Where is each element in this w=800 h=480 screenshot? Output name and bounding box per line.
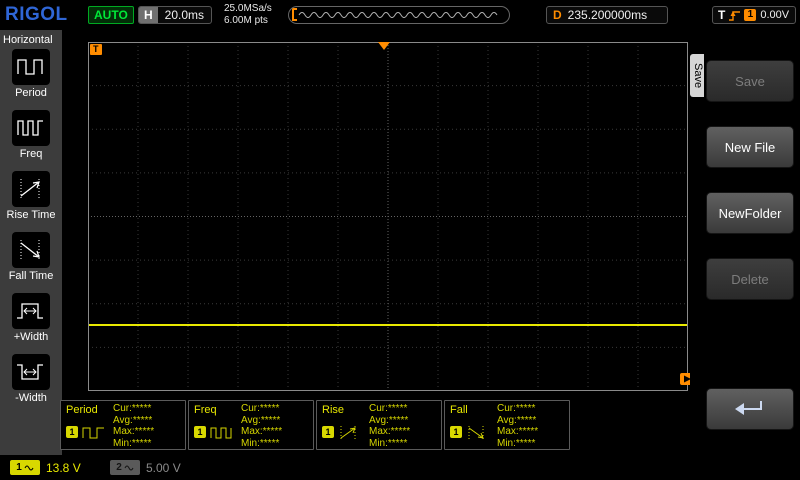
channel-number: 1 xyxy=(16,462,22,473)
minus-width-icon xyxy=(17,364,43,380)
measurement-max: Max:***** xyxy=(241,426,283,437)
acquisition-info: 25.0MSa/s 6.00M pts xyxy=(224,3,272,27)
softkey-menu: Save Save New File NewFolder Delete xyxy=(690,30,800,480)
delay-label: D xyxy=(553,8,562,22)
delay-badge: D 235.200000ms xyxy=(546,6,668,24)
trigger-slope-icon xyxy=(729,10,741,21)
delete-button[interactable]: Delete xyxy=(706,258,794,300)
preview-window-bracket-icon xyxy=(292,8,297,21)
measurement-max: Max:***** xyxy=(369,426,411,437)
measure-item-label: Period xyxy=(15,87,47,99)
channel-scale: 13.8 V xyxy=(46,460,81,475)
horizontal-timebase-badge: H 20.0ms xyxy=(138,6,213,24)
measurement-max: Max:***** xyxy=(113,426,155,437)
measure-item-label: Fall Time xyxy=(8,270,54,282)
return-button[interactable] xyxy=(706,388,794,430)
measurement-name: Fall xyxy=(450,404,468,416)
graticule: T xyxy=(88,42,694,391)
plus-width-icon xyxy=(17,303,43,319)
measure-item-rise-time[interactable]: Rise Time xyxy=(0,171,62,221)
measurement-avg: Avg:***** xyxy=(241,414,281,426)
ch1-trace xyxy=(89,324,687,326)
source-channel-badge: 1 xyxy=(450,426,462,438)
measure-item-label: Freq xyxy=(19,148,43,160)
memory-waveform-preview xyxy=(288,6,510,24)
channel-status-bar: 1 13.8 V 2 5.00 V xyxy=(0,455,800,480)
measurement-min: Min:***** xyxy=(497,437,536,449)
measure-item-plus-width[interactable]: +Width xyxy=(0,293,62,343)
measurement-name: Freq xyxy=(194,404,217,416)
save-button[interactable]: Save xyxy=(706,60,794,102)
coupling-wave-icon xyxy=(24,465,34,470)
rise-time-icon xyxy=(20,179,40,199)
period-icon xyxy=(17,59,43,75)
return-arrow-icon xyxy=(735,401,762,415)
measurement-min: Min:***** xyxy=(241,437,280,449)
measure-item-label: Rise Time xyxy=(6,209,56,221)
rigol-logo: RIGOL xyxy=(5,4,68,25)
measure-menu: Horizontal Period Freq Rise Time Fall Ti… xyxy=(0,30,62,456)
source-channel-badge: 1 xyxy=(194,426,206,438)
source-channel-badge: 1 xyxy=(322,426,334,438)
measurement-max: Max:***** xyxy=(497,426,539,437)
measurement-cur: Cur:***** xyxy=(241,403,280,414)
measurement-readouts: Period 1 Cur:***** Avg:***** Max:***** M… xyxy=(60,400,570,450)
fall-time-icon xyxy=(468,426,484,440)
measure-item-freq[interactable]: Freq xyxy=(0,110,62,160)
measurement-avg: Avg:***** xyxy=(497,414,537,426)
channel-scale: 5.00 V xyxy=(146,460,181,475)
freq-icon xyxy=(210,427,232,439)
preview-waveform-icon xyxy=(292,8,498,21)
measure-item-period[interactable]: Period xyxy=(0,49,62,99)
timebase-value: 20.0ms xyxy=(164,8,205,22)
channel-2-badge[interactable]: 2 5.00 V xyxy=(104,458,187,477)
trigger-label: T xyxy=(718,8,726,22)
sample-rate: 25.0MSa/s xyxy=(224,3,272,14)
measurement-panel-fall: Fall 1 Cur:***** Avg:***** Max:***** Min… xyxy=(444,400,570,450)
measurement-cur: Cur:***** xyxy=(113,403,152,414)
trigger-position-marker[interactable] xyxy=(378,42,390,50)
trigger-badge: T 1 0.00V xyxy=(712,6,796,24)
measurement-name: Period xyxy=(66,404,98,416)
channel-number: 2 xyxy=(116,462,122,473)
grid xyxy=(88,42,688,391)
fall-time-icon xyxy=(20,240,40,260)
measure-item-minus-width[interactable]: -Width xyxy=(0,354,62,404)
measurement-name: Rise xyxy=(322,404,345,416)
measurement-avg: Avg:***** xyxy=(369,414,409,426)
measurement-min: Min:***** xyxy=(113,437,152,449)
measure-item-fall-time[interactable]: Fall Time xyxy=(0,232,62,282)
measurement-panel-freq: Freq 1 Cur:***** Avg:***** Max:***** Min… xyxy=(188,400,314,450)
run-state-badge: AUTO xyxy=(88,6,134,24)
measure-item-label: +Width xyxy=(13,331,49,343)
measurement-cur: Cur:***** xyxy=(497,403,536,414)
trigger-source-badge: 1 xyxy=(744,9,757,21)
new-file-button[interactable]: New File xyxy=(706,126,794,168)
top-status-bar: RIGOL AUTO H 20.0ms 25.0MSa/s 6.00M pts … xyxy=(0,0,800,30)
delay-value: 235.200000ms xyxy=(567,8,648,22)
freq-icon xyxy=(17,120,43,136)
new-folder-button[interactable]: NewFolder xyxy=(706,192,794,234)
measure-item-label: -Width xyxy=(15,392,47,404)
rise-time-icon xyxy=(340,426,356,440)
measurement-avg: Avg:***** xyxy=(113,414,153,426)
source-channel-badge: 1 xyxy=(66,426,78,438)
measurement-panel-period: Period 1 Cur:***** Avg:***** Max:***** M… xyxy=(60,400,186,450)
trigger-flag: T xyxy=(90,44,102,55)
channel-1-badge[interactable]: 1 13.8 V xyxy=(4,458,87,477)
memory-depth: 6.00M pts xyxy=(224,15,268,26)
measurement-cur: Cur:***** xyxy=(369,403,408,414)
period-icon xyxy=(82,427,104,439)
measurement-min: Min:***** xyxy=(369,437,408,449)
h-label: H xyxy=(139,7,158,23)
measure-menu-title: Horizontal xyxy=(3,34,53,46)
menu-tab-title: Save xyxy=(690,54,704,98)
trigger-level-value: 0.00V xyxy=(760,9,790,21)
measurement-panel-rise: Rise 1 Cur:***** Avg:***** Max:***** Min… xyxy=(316,400,442,450)
coupling-wave-icon xyxy=(124,465,134,470)
